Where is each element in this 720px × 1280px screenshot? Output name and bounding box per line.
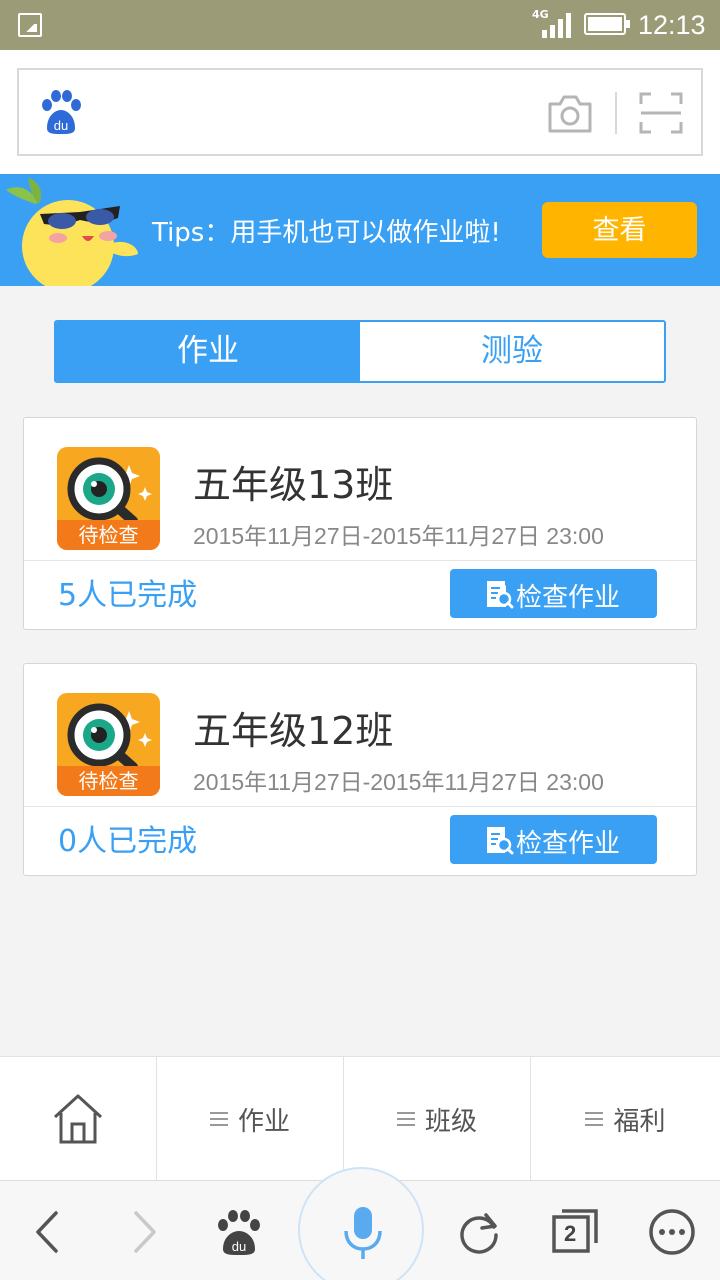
- check-homework-button[interactable]: 检查作业: [450, 569, 657, 618]
- bottom-menu: 作业 班级 福利: [0, 1056, 720, 1181]
- battery-icon: [584, 13, 630, 35]
- document-search-icon: [487, 581, 514, 609]
- baidu-paw-icon[interactable]: du: [39, 88, 83, 136]
- search-header: du: [0, 50, 720, 174]
- baidu-home-icon[interactable]: du: [214, 1207, 264, 1257]
- camera-icon[interactable]: [547, 92, 593, 134]
- status-bar: 4G 12:13: [0, 0, 720, 50]
- menu-benefits[interactable]: 福利: [531, 1057, 720, 1181]
- scan-icon[interactable]: [639, 92, 683, 134]
- class-title: 五年级12班: [193, 709, 394, 753]
- mascot-icon: [6, 178, 138, 286]
- menu-label: 作业: [237, 1106, 290, 1137]
- menu-home[interactable]: [0, 1057, 157, 1181]
- clock: 12:13: [638, 10, 706, 40]
- signal-icon: [542, 13, 571, 38]
- badge-label: 待检查: [57, 520, 160, 550]
- class-title: 五年级13班: [193, 463, 394, 507]
- completed-count: 5人已完成: [58, 578, 198, 613]
- segment-tabs: 作业 测验: [54, 320, 666, 383]
- back-icon[interactable]: [26, 1207, 76, 1257]
- pending-check-badge: 待检查: [57, 693, 160, 796]
- search-divider: [615, 92, 617, 134]
- view-button[interactable]: 查看: [542, 202, 697, 258]
- more-icon[interactable]: [647, 1207, 697, 1257]
- class-card[interactable]: 待检查 五年级13班 2015年11月27日-2015年11月27日 23:00…: [23, 417, 697, 630]
- menu-label: 班级: [424, 1106, 477, 1137]
- menu-homework[interactable]: 作业: [157, 1057, 344, 1181]
- card-divider: [24, 560, 696, 561]
- badge-label: 待检查: [57, 766, 160, 796]
- voice-search-button[interactable]: [298, 1167, 424, 1280]
- tips-banner: Tips：用手机也可以做作业啦! 查看: [0, 174, 720, 286]
- class-card[interactable]: 待检查 五年级12班 2015年11月27日-2015年11月27日 23:00…: [23, 663, 697, 876]
- svg-text:du: du: [54, 118, 68, 133]
- menu-lines-icon: [209, 1112, 228, 1126]
- pending-check-badge: 待检查: [57, 447, 160, 550]
- menu-label: 福利: [613, 1106, 666, 1137]
- document-search-icon: [487, 827, 514, 855]
- browser-toolbar: du 2: [0, 1167, 720, 1280]
- search-input[interactable]: du: [17, 68, 703, 156]
- completed-count: 0人已完成: [58, 824, 198, 859]
- check-homework-button[interactable]: 检查作业: [450, 815, 657, 864]
- tab-homework[interactable]: 作业: [56, 322, 360, 381]
- homework-dates: 2015年11月27日-2015年11月27日 23:00: [193, 523, 604, 549]
- check-homework-label: 检查作业: [516, 828, 621, 858]
- tabs-button[interactable]: 2: [550, 1207, 600, 1257]
- tab-quiz[interactable]: 测验: [360, 322, 664, 381]
- refresh-icon[interactable]: [454, 1207, 504, 1257]
- image-notification-icon: [18, 13, 42, 37]
- microphone-icon: [344, 1207, 382, 1259]
- check-homework-label: 检查作业: [516, 582, 621, 612]
- svg-text:du: du: [232, 1239, 246, 1254]
- card-divider: [24, 806, 696, 807]
- tips-text: Tips：用手机也可以做作业啦!: [152, 218, 501, 248]
- homework-dates: 2015年11月27日-2015年11月27日 23:00: [193, 769, 604, 795]
- forward-icon[interactable]: [118, 1207, 168, 1257]
- menu-lines-icon: [585, 1112, 604, 1126]
- menu-class[interactable]: 班级: [344, 1057, 531, 1181]
- menu-lines-icon: [396, 1112, 415, 1126]
- home-icon: [53, 1094, 103, 1144]
- tab-count: 2: [564, 1221, 577, 1246]
